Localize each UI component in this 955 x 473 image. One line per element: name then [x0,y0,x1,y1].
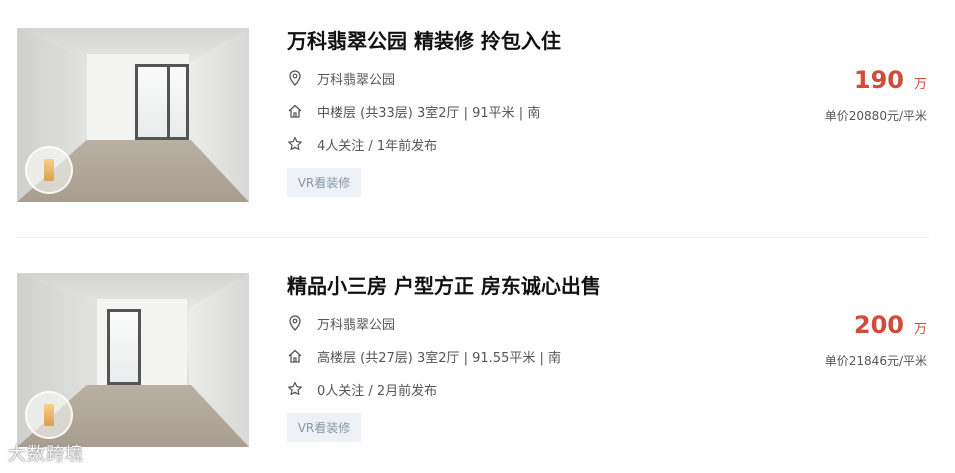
community-row: 万科翡翠公园 [287,68,395,88]
location-pin-icon [287,70,303,86]
house-details: 中楼层 (共33层) 3室2厅 | 91平米 | 南 [317,105,541,121]
house-details: 高楼层 (共27层) 3室2厅 | 91.55平米 | 南 [317,350,561,366]
location-pin-icon [287,315,303,331]
listing-photo[interactable] [17,273,249,447]
vr-badge-icon[interactable] [25,146,73,194]
listing-card[interactable]: 万科翡翠公园 精装修 拎包入住 万科翡翠公园 中楼层 (共33层) 3室2厅 |… [0,28,955,228]
house-icon [287,103,303,119]
community-row: 万科翡翠公园 [287,313,395,333]
details-row: 高楼层 (共27层) 3室2厅 | 91.55平米 | 南 [287,346,561,366]
total-price: 200 万 [854,311,927,339]
photo-window [107,309,141,385]
community-name[interactable]: 万科翡翠公园 [317,314,395,333]
unit-price: 单价21846元/平米 [824,354,927,368]
listing-title[interactable]: 精品小三房 户型方正 房东诚心出售 [287,273,601,299]
price-unit: 万 [913,322,927,337]
listing-divider [17,237,929,238]
listing-title[interactable]: 万科翡翠公园 精装修 拎包入住 [287,28,561,54]
watermark: 大数跨境 [8,444,84,465]
followers-text: 4人关注 / 1年前发布 [317,138,438,154]
followers-text: 0人关注 / 2月前发布 [317,383,438,399]
details-row: 中楼层 (共33层) 3室2厅 | 91平米 | 南 [287,101,540,121]
star-icon [287,136,303,152]
price-unit: 万 [913,77,927,92]
vr-view-button[interactable]: VR看装修 [287,413,361,442]
community-name[interactable]: 万科翡翠公园 [317,69,395,88]
followers-row: 0人关注 / 2月前发布 [287,379,437,399]
followers-row: 4人关注 / 1年前发布 [287,134,437,154]
vr-view-button[interactable]: VR看装修 [287,168,361,197]
vr-badge-icon[interactable] [25,391,73,439]
photo-window [167,64,189,140]
listing-photo[interactable] [17,28,249,202]
listing-card[interactable]: 精品小三房 户型方正 房东诚心出售 万科翡翠公园 高楼层 (共27层) 3室2厅… [0,273,955,473]
unit-price: 单价20880元/平米 [824,109,927,123]
star-icon [287,381,303,397]
price-value: 200 [853,311,904,339]
house-icon [287,348,303,364]
price-value: 190 [853,66,904,94]
total-price: 190 万 [854,66,927,94]
